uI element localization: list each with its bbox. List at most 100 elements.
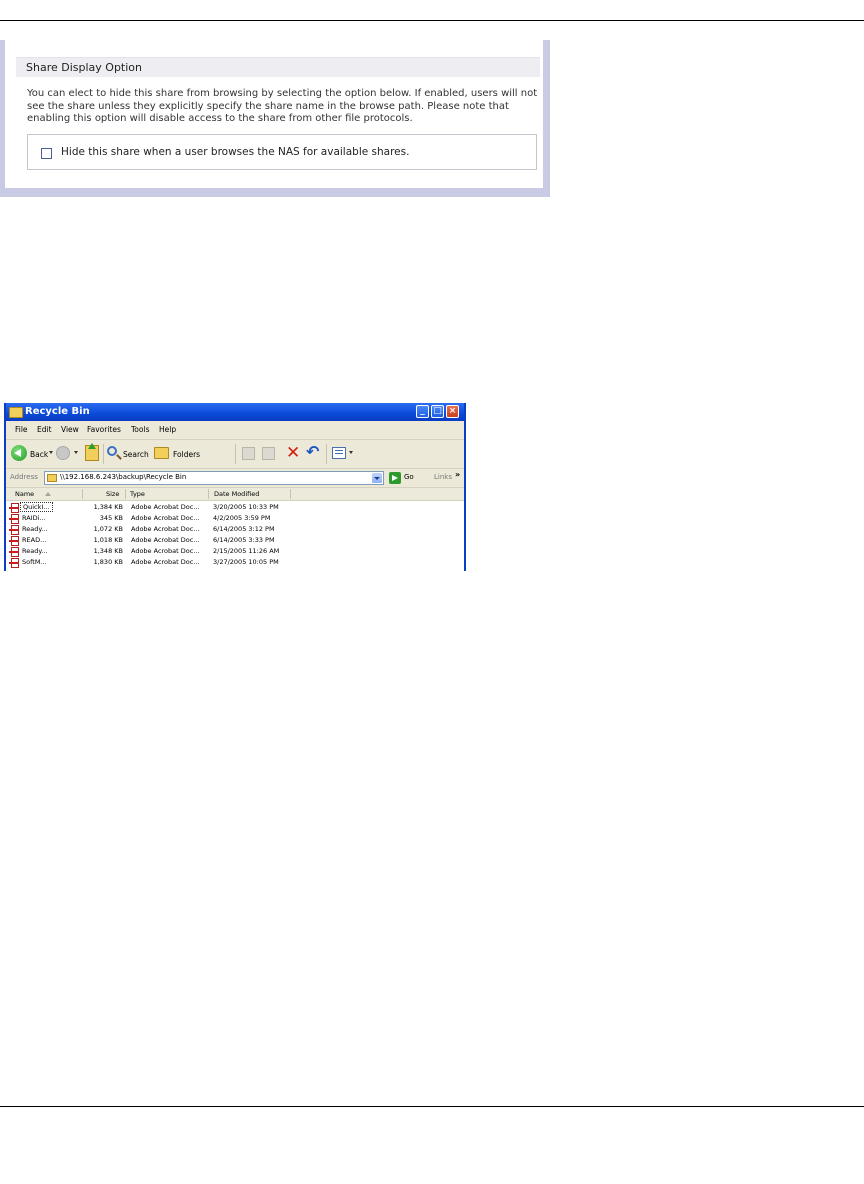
back-arrow-icon[interactable] xyxy=(11,445,27,461)
menu-file[interactable]: File xyxy=(15,425,28,434)
go-arrow-icon[interactable] xyxy=(389,472,401,484)
address-folder-icon xyxy=(47,474,57,482)
share-panel-bottom-border xyxy=(5,188,543,197)
address-bar: Address \\192.168.6.243\backup\Recycle B… xyxy=(6,469,464,488)
menu-tools[interactable]: Tools xyxy=(131,425,149,434)
page-top-rule xyxy=(0,20,864,21)
links-label[interactable]: Links xyxy=(434,473,452,481)
copy-to-icon[interactable] xyxy=(262,447,275,460)
forward-dropdown-icon[interactable] xyxy=(74,451,78,454)
file-name[interactable]: RAIDi... xyxy=(22,514,46,522)
address-field[interactable]: \\192.168.6.243\backup\Recycle Bin xyxy=(44,471,384,485)
file-name[interactable]: Ready... xyxy=(22,547,47,555)
file-type: Adobe Acrobat Doc... xyxy=(131,514,200,522)
hide-share-checkbox[interactable] xyxy=(41,148,52,159)
toolbar-separator xyxy=(235,444,236,464)
pdf-file-icon xyxy=(9,547,19,557)
column-header-name[interactable]: Name xyxy=(15,490,34,498)
pdf-file-icon xyxy=(9,503,19,513)
menu-help[interactable]: Help xyxy=(159,425,176,434)
file-row[interactable]: READ... 1,018 KB Adobe Acrobat Doc... 6/… xyxy=(6,535,464,546)
views-dropdown-icon[interactable] xyxy=(349,451,353,454)
column-header-size[interactable]: Size xyxy=(106,490,119,498)
file-size: 1,072 KB xyxy=(93,525,123,533)
file-row[interactable]: Ready... 1,072 KB Adobe Acrobat Doc... 6… xyxy=(6,524,464,535)
column-separator[interactable] xyxy=(125,489,126,499)
menu-bar: File Edit View Favorites Tools Help xyxy=(6,422,464,456)
share-display-header: Share Display Option xyxy=(16,57,540,77)
file-name[interactable]: SoftM... xyxy=(22,558,47,566)
title-bar[interactable]: Recycle Bin _ □ × xyxy=(6,403,464,421)
move-to-icon[interactable] xyxy=(242,447,255,460)
back-dropdown-icon[interactable] xyxy=(49,451,53,454)
column-separator[interactable] xyxy=(208,489,209,499)
page-bottom-rule xyxy=(0,1106,864,1107)
file-date: 2/15/2005 11:26 AM xyxy=(213,547,280,555)
column-header-row: Name Size Type Date Modified xyxy=(6,488,464,501)
file-type: Adobe Acrobat Doc... xyxy=(131,536,200,544)
folders-button-label[interactable]: Folders xyxy=(173,450,200,459)
undo-icon[interactable]: ↶ xyxy=(306,443,319,461)
search-button-label[interactable]: Search xyxy=(123,450,149,459)
pdf-file-icon xyxy=(9,514,19,524)
menu-edit[interactable]: Edit xyxy=(37,425,52,434)
go-button-label[interactable]: Go xyxy=(404,473,414,481)
standard-toolbar: Back Search Folders ✕ ↶ xyxy=(6,440,464,469)
column-header-type[interactable]: Type xyxy=(130,490,145,498)
file-date: 3/20/2005 10:33 PM xyxy=(213,503,279,511)
file-row[interactable]: SoftM... 1,830 KB Adobe Acrobat Doc... 3… xyxy=(6,557,464,568)
folder-icon xyxy=(9,407,23,418)
file-row[interactable]: RAIDi... 345 KB Adobe Acrobat Doc... 4/2… xyxy=(6,513,464,524)
share-display-screenshot: Share Display Option You can elect to hi… xyxy=(0,40,550,197)
close-button[interactable]: × xyxy=(446,405,459,418)
file-type: Adobe Acrobat Doc... xyxy=(131,558,200,566)
links-more-icon[interactable]: » xyxy=(455,470,460,479)
file-size: 1,830 KB xyxy=(93,558,123,566)
up-folder-icon[interactable] xyxy=(85,443,99,461)
column-separator[interactable] xyxy=(290,489,291,499)
folders-icon[interactable] xyxy=(154,447,169,459)
window-title: Recycle Bin xyxy=(25,406,90,417)
forward-arrow-icon[interactable] xyxy=(56,446,70,460)
address-value[interactable]: \\192.168.6.243\backup\Recycle Bin xyxy=(60,473,186,481)
minimize-button[interactable]: _ xyxy=(416,405,429,418)
file-name[interactable]: READ... xyxy=(22,536,46,544)
file-date: 3/27/2005 10:05 PM xyxy=(213,558,279,566)
share-display-description: You can elect to hide this share from br… xyxy=(27,88,538,124)
file-size: 345 KB xyxy=(99,514,123,522)
file-type: Adobe Acrobat Doc... xyxy=(131,525,200,533)
views-icon[interactable] xyxy=(332,447,346,459)
column-separator[interactable] xyxy=(82,489,83,499)
menu-favorites[interactable]: Favorites xyxy=(87,425,121,434)
file-type: Adobe Acrobat Doc... xyxy=(131,547,200,555)
search-icon[interactable] xyxy=(107,446,117,456)
address-label: Address xyxy=(10,473,38,481)
column-header-date[interactable]: Date Modified xyxy=(214,490,259,498)
file-row[interactable]: QuickI... 1,384 KB Adobe Acrobat Doc... … xyxy=(6,502,464,513)
file-name[interactable]: Ready... xyxy=(22,525,47,533)
recycle-bin-window: Recycle Bin _ □ × File Edit View Favorit… xyxy=(4,403,466,571)
file-size: 1,384 KB xyxy=(93,503,123,511)
delete-icon[interactable]: ✕ xyxy=(286,444,300,462)
file-size: 1,018 KB xyxy=(93,536,123,544)
share-panel: Share Display Option You can elect to hi… xyxy=(5,40,543,197)
maximize-button[interactable]: □ xyxy=(431,405,444,418)
file-date: 6/14/2005 3:12 PM xyxy=(213,525,275,533)
address-dropdown-icon[interactable] xyxy=(372,473,382,483)
pdf-file-icon xyxy=(9,558,19,568)
file-date: 6/14/2005 3:33 PM xyxy=(213,536,275,544)
file-row[interactable]: Ready... 1,348 KB Adobe Acrobat Doc... 2… xyxy=(6,546,464,557)
toolbar-separator xyxy=(103,444,104,464)
menu-view[interactable]: View xyxy=(61,425,79,434)
hide-share-option: Hide this share when a user browses the … xyxy=(27,134,537,170)
toolbar-separator xyxy=(326,444,327,464)
back-button-label[interactable]: Back xyxy=(30,450,48,459)
hide-share-checkbox-label[interactable]: Hide this share when a user browses the … xyxy=(61,146,409,158)
pdf-file-icon xyxy=(9,525,19,535)
pdf-file-icon xyxy=(9,536,19,546)
file-type: Adobe Acrobat Doc... xyxy=(131,503,200,511)
sort-ascending-icon xyxy=(45,492,51,496)
file-size: 1,348 KB xyxy=(93,547,123,555)
file-date: 4/2/2005 3:59 PM xyxy=(213,514,271,522)
file-name[interactable]: QuickI... xyxy=(20,502,53,512)
